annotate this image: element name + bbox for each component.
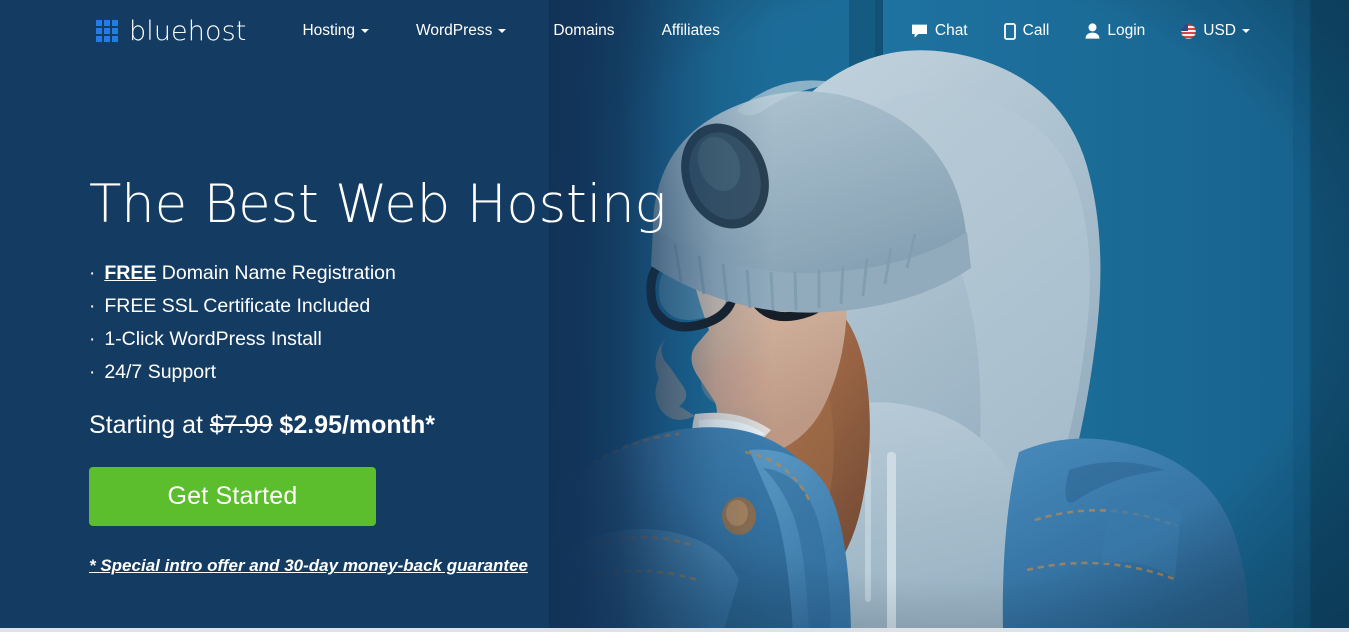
- nav-right-group: Chat Call Login USD: [911, 16, 1349, 46]
- nav-item-hosting[interactable]: Hosting: [302, 16, 370, 46]
- chevron-down-icon: [361, 29, 370, 33]
- nav-item-domains-label: Domains: [553, 22, 615, 39]
- us-flag-icon: [1181, 23, 1197, 39]
- nav-item-affiliates[interactable]: Affiliates: [662, 16, 720, 46]
- nav-item-call[interactable]: Call: [1003, 16, 1050, 46]
- page-title: The Best Web Hosting: [89, 174, 667, 235]
- nav-item-chat[interactable]: Chat: [911, 16, 968, 46]
- offer-disclaimer-link[interactable]: * Special intro offer and 30-day money-b…: [89, 556, 528, 576]
- mobile-phone-icon: [1003, 22, 1016, 40]
- hero-content: The Best Web Hosting · FREE Domain Name …: [89, 174, 667, 576]
- nav-item-wordpress-label: WordPress: [416, 22, 493, 39]
- list-item-label: 24/7 Support: [104, 361, 216, 384]
- bullet-dot-icon: ·: [89, 296, 96, 318]
- bullet-dot-icon: ·: [89, 362, 96, 384]
- list-item-emphasis: FREE: [104, 262, 157, 285]
- bluehost-logo[interactable]: bluehost: [96, 16, 246, 47]
- list-item-label: FREE SSL Certificate Included: [104, 295, 371, 318]
- list-item: · 1-Click WordPress Install: [89, 323, 649, 356]
- nav-item-wordpress[interactable]: WordPress: [416, 16, 507, 46]
- chevron-down-icon: [1242, 29, 1250, 33]
- hero-photo-illustration: [549, 0, 1349, 632]
- get-started-button[interactable]: Get Started: [89, 467, 376, 527]
- chat-bubble-icon: [911, 23, 928, 39]
- price-prefix: Starting at: [89, 411, 210, 440]
- list-item: · FREE SSL Certificate Included: [89, 290, 649, 323]
- nav-item-affiliates-label: Affiliates: [661, 22, 720, 39]
- user-person-icon: [1085, 23, 1100, 39]
- bullet-dot-icon: ·: [89, 263, 96, 285]
- grid-squares-icon: [96, 20, 118, 42]
- price-original: $7.99: [209, 411, 273, 440]
- hero-photo: [549, 0, 1349, 632]
- main-nav-items: Hosting WordPress Domains Affiliates: [302, 16, 719, 46]
- nav-item-domains[interactable]: Domains: [553, 16, 614, 46]
- nav-item-currency-label: USD: [1203, 22, 1236, 39]
- nav-item-login[interactable]: Login: [1085, 16, 1145, 46]
- list-item-label: Domain Name Registration: [156, 262, 396, 285]
- price-current: $2.95/month*: [272, 411, 436, 440]
- chevron-down-icon: [498, 29, 507, 33]
- next-section-edge: [0, 628, 1349, 632]
- nav-item-hosting-label: Hosting: [302, 22, 356, 39]
- list-item: · 24/7 Support: [89, 356, 649, 389]
- bluehost-homepage-hero: bluehost Hosting WordPress Domains Affil…: [0, 0, 1349, 632]
- nav-item-call-label: Call: [1022, 22, 1050, 39]
- bullet-dot-icon: ·: [89, 329, 96, 351]
- top-navigation-bar: bluehost Hosting WordPress Domains Affil…: [0, 0, 1349, 62]
- list-item: · FREE Domain Name Registration: [89, 257, 649, 290]
- nav-item-chat-label: Chat: [934, 22, 968, 39]
- list-item-label: 1-Click WordPress Install: [104, 328, 322, 351]
- price-line: Starting at $7.99 $2.95/month*: [89, 411, 649, 440]
- nav-left-group: bluehost Hosting WordPress Domains Affil…: [0, 16, 720, 47]
- nav-item-login-label: Login: [1107, 22, 1146, 39]
- logo-wordmark: bluehost: [129, 15, 247, 47]
- hero-feature-list: · FREE Domain Name Registration · FREE S…: [89, 257, 649, 389]
- nav-item-currency-usd[interactable]: USD: [1181, 16, 1250, 46]
